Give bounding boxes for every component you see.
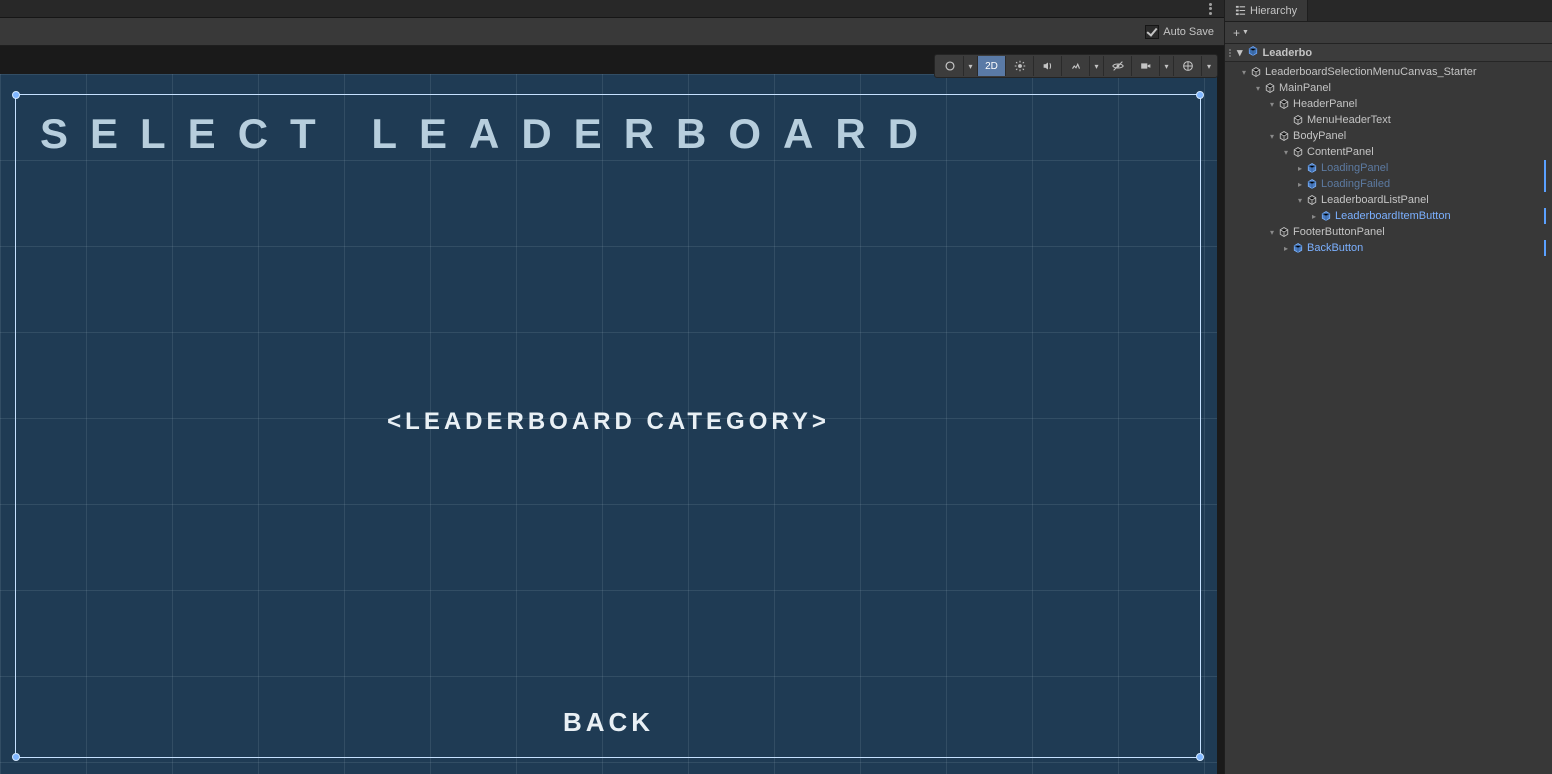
gameobject-icon	[1249, 65, 1263, 79]
hierarchy-item-label: LeaderboardItemButton	[1335, 210, 1451, 222]
hierarchy-item-label: LeaderboardListPanel	[1321, 194, 1429, 206]
gameobject-icon	[1263, 81, 1277, 95]
scene-visibility-toggle[interactable]	[1104, 56, 1132, 76]
tab-hierarchy-label: Hierarchy	[1250, 5, 1297, 17]
prefab-override-bar	[1544, 208, 1546, 224]
hierarchy-panel: Hierarchy +▼ Leaderbo LeaderboardSelecti…	[1224, 0, 1552, 774]
foldout-arrow-icon[interactable]	[1237, 46, 1243, 59]
scene-overlay-toolbar: ▾ 2D ▾ ▾ ▾	[934, 54, 1218, 78]
create-object-button[interactable]: +▼	[1229, 25, 1253, 41]
game-header-text: SELECT LEADERBOARD	[0, 110, 1217, 158]
auto-save-toggle[interactable]: Auto Save	[1145, 25, 1214, 39]
gizmos-toggle[interactable]	[1174, 56, 1202, 76]
hierarchy-item-loadingfailed[interactable]: LoadingFailed	[1225, 176, 1552, 192]
audio-toggle[interactable]	[1034, 56, 1062, 76]
back-button[interactable]: BACK	[0, 707, 1217, 738]
resize-handle-top-left[interactable]	[12, 91, 20, 99]
effects-dropdown[interactable]: ▾	[1090, 56, 1104, 76]
hierarchy-item-leaderboarditembutton[interactable]: LeaderboardItemButton	[1225, 208, 1552, 224]
hierarchy-tab-row: Hierarchy	[1225, 0, 1552, 22]
hierarchy-item-label: LoadingFailed	[1321, 178, 1390, 190]
foldout-arrow-icon[interactable]	[1267, 227, 1277, 237]
two-d-toggle[interactable]: 2D	[978, 56, 1006, 76]
hierarchy-item-label: ContentPanel	[1307, 146, 1374, 158]
hierarchy-item-label: LoadingPanel	[1321, 162, 1388, 174]
kebab-menu-icon[interactable]	[1204, 2, 1216, 16]
prefab-override-bar	[1544, 160, 1546, 176]
gameobject-icon	[1277, 97, 1291, 111]
auto-save-label: Auto Save	[1163, 26, 1214, 38]
camera-toggle[interactable]	[1132, 56, 1160, 76]
gameobject-icon	[1291, 145, 1305, 159]
scene-icon	[1247, 45, 1259, 60]
hierarchy-item-loadingpanel[interactable]: LoadingPanel	[1225, 160, 1552, 176]
drag-handle-icon	[1229, 49, 1233, 57]
checkbox-icon	[1145, 25, 1159, 39]
hierarchy-item-label: BackButton	[1307, 242, 1363, 254]
foldout-arrow-icon	[1281, 115, 1291, 125]
foldout-arrow-icon[interactable]	[1295, 163, 1305, 173]
resize-handle-top-right[interactable]	[1196, 91, 1204, 99]
hierarchy-item-footerbuttonpanel[interactable]: FooterButtonPanel	[1225, 224, 1552, 240]
editor-secondary-bar: Auto Save	[0, 18, 1224, 46]
leaderboard-item-button[interactable]: <LEADERBOARD CATEGORY>	[0, 408, 1217, 436]
camera-dropdown[interactable]: ▾	[1160, 56, 1174, 76]
hierarchy-item-leaderboardlistpanel[interactable]: LeaderboardListPanel	[1225, 192, 1552, 208]
hierarchy-item-backbutton[interactable]: BackButton	[1225, 240, 1552, 256]
gameobject-icon	[1291, 113, 1305, 127]
hierarchy-item-label: BodyPanel	[1293, 130, 1346, 142]
hierarchy-item-label: HeaderPanel	[1293, 98, 1357, 110]
hierarchy-item-label: LeaderboardSelectionMenuCanvas_Starter	[1265, 66, 1477, 78]
hierarchy-item-mainpanel[interactable]: MainPanel	[1225, 80, 1552, 96]
hierarchy-item-menuheadertext[interactable]: MenuHeaderText	[1225, 112, 1552, 128]
foldout-arrow-icon[interactable]	[1309, 211, 1319, 221]
foldout-arrow-icon[interactable]	[1267, 131, 1277, 141]
gameobject-icon	[1305, 193, 1319, 207]
hierarchy-tree: LeaderboardSelectionMenuCanvas_Starter Ma…	[1225, 62, 1552, 774]
gizmos-dropdown[interactable]: ▾	[1202, 56, 1216, 76]
hierarchy-item-headerpanel[interactable]: HeaderPanel	[1225, 96, 1552, 112]
hierarchy-item-leaderboardselectionmenucanvas_starter[interactable]: LeaderboardSelectionMenuCanvas_Starter	[1225, 64, 1552, 80]
prefab-override-bar	[1544, 176, 1546, 192]
plus-icon: +	[1233, 26, 1240, 40]
editor-top-strip	[0, 0, 1224, 18]
scene-canvas[interactable]: SELECT LEADERBOARD <LEADERBOARD CATEGORY…	[0, 74, 1217, 774]
foldout-arrow-icon[interactable]	[1239, 67, 1249, 77]
hierarchy-item-label: MainPanel	[1279, 82, 1331, 94]
hierarchy-item-bodypanel[interactable]: BodyPanel	[1225, 128, 1552, 144]
foldout-arrow-icon[interactable]	[1253, 83, 1263, 93]
foldout-arrow-icon[interactable]	[1281, 147, 1291, 157]
gameobject-icon	[1277, 129, 1291, 143]
foldout-arrow-icon[interactable]	[1281, 243, 1291, 253]
foldout-arrow-icon[interactable]	[1295, 179, 1305, 189]
prefab-icon	[1319, 209, 1333, 223]
lighting-toggle[interactable]	[1006, 56, 1034, 76]
resize-handle-bottom-left[interactable]	[12, 753, 20, 761]
hierarchy-icon	[1235, 5, 1246, 16]
resize-handle-bottom-right[interactable]	[1196, 753, 1204, 761]
gameobject-icon	[1277, 225, 1291, 239]
scene-row[interactable]: Leaderbo	[1225, 44, 1552, 62]
hierarchy-item-label: MenuHeaderText	[1307, 114, 1391, 126]
chevron-down-icon: ▼	[1242, 29, 1249, 36]
scene-name-label: Leaderbo	[1263, 47, 1313, 59]
foldout-arrow-icon[interactable]	[1267, 99, 1277, 109]
prefab-icon	[1305, 177, 1319, 191]
hierarchy-item-contentpanel[interactable]: ContentPanel	[1225, 144, 1552, 160]
draw-mode-button[interactable]	[936, 56, 964, 76]
tab-hierarchy[interactable]: Hierarchy	[1225, 0, 1308, 21]
prefab-icon	[1305, 161, 1319, 175]
draw-mode-dropdown[interactable]: ▾	[964, 56, 978, 76]
foldout-arrow-icon[interactable]	[1295, 195, 1305, 205]
scene-panel: ▾ 2D ▾ ▾ ▾ SELECT LEADERBOARD <LEADERBOA…	[0, 46, 1224, 774]
hierarchy-item-label: FooterButtonPanel	[1293, 226, 1385, 238]
prefab-override-bar	[1544, 240, 1546, 256]
hierarchy-toolbar: +▼	[1225, 22, 1552, 44]
effects-toggle[interactable]	[1062, 56, 1090, 76]
prefab-icon	[1291, 241, 1305, 255]
